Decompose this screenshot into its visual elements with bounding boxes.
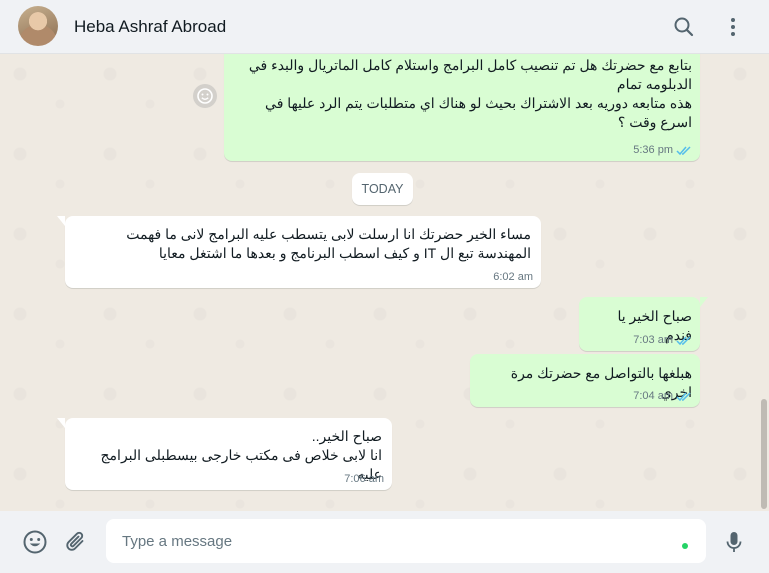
message-bubble-incoming[interactable]: صباح الخير.. انا لابى خلاص فى مكتب خارجى…	[57, 418, 392, 490]
status-dot	[682, 543, 688, 549]
search-icon[interactable]	[671, 14, 697, 40]
message-text: صباح الخير.. انا لابى خلاص فى مكتب خارجى…	[100, 428, 382, 482]
message-meta: 7:03 am	[633, 334, 692, 346]
react-emoji-icon[interactable]	[193, 84, 217, 108]
more-vertical-icon[interactable]	[720, 14, 746, 40]
message-text: مساء الخير حضرتك انا ارسلت لابى يتسطب عل…	[126, 226, 531, 261]
message-text: بتابع مع حضرتك هل تم تنصيب كامل البرامج …	[248, 57, 692, 130]
contact-avatar[interactable]	[18, 6, 58, 46]
message-time: 7:06 am	[344, 473, 384, 485]
message-meta: 6:02 am	[493, 271, 533, 283]
message-bubble-incoming[interactable]: مساء الخير حضرتك انا ارسلت لابى يتسطب عل…	[57, 216, 541, 288]
message-meta: 5:36 pm	[633, 144, 692, 156]
microphone-icon[interactable]	[721, 529, 747, 555]
bubble-tail	[57, 418, 65, 428]
message-time: 7:04 am	[633, 390, 673, 402]
chat-scrollbar[interactable]	[761, 399, 767, 509]
contact-name[interactable]: Heba Ashraf Abroad	[74, 17, 226, 37]
message-time: 7:03 am	[633, 334, 673, 346]
message-bubble-outgoing[interactable]: هبلغها بالتواصل مع حضرتك مرة اخري 7:04 a…	[470, 354, 700, 407]
message-time: 6:02 am	[493, 271, 533, 283]
double-check-icon	[676, 335, 691, 345]
message-time: 5:36 pm	[633, 144, 673, 156]
message-bubble-outgoing[interactable]: بتابع مع حضرتك هل تم تنصيب كامل البرامج …	[224, 54, 700, 161]
double-check-icon	[676, 145, 691, 155]
message-meta: 7:04 am	[633, 390, 692, 402]
message-bubble-outgoing[interactable]: صباح الخير يا فندم 7:03 am	[579, 297, 708, 351]
bubble-tail	[700, 297, 708, 307]
bubble-tail	[57, 216, 65, 226]
message-list[interactable]: بتابع مع حضرتك هل تم تنصيب كامل البرامج …	[0, 54, 769, 511]
message-input[interactable]	[106, 519, 706, 563]
message-meta: 7:06 am	[344, 473, 384, 485]
paperclip-icon[interactable]	[63, 529, 89, 555]
emoji-icon[interactable]	[22, 529, 48, 555]
message-composer	[0, 511, 769, 573]
double-check-icon	[676, 391, 691, 401]
day-separator: TODAY	[352, 173, 413, 205]
chat-header: Heba Ashraf Abroad	[0, 0, 769, 54]
